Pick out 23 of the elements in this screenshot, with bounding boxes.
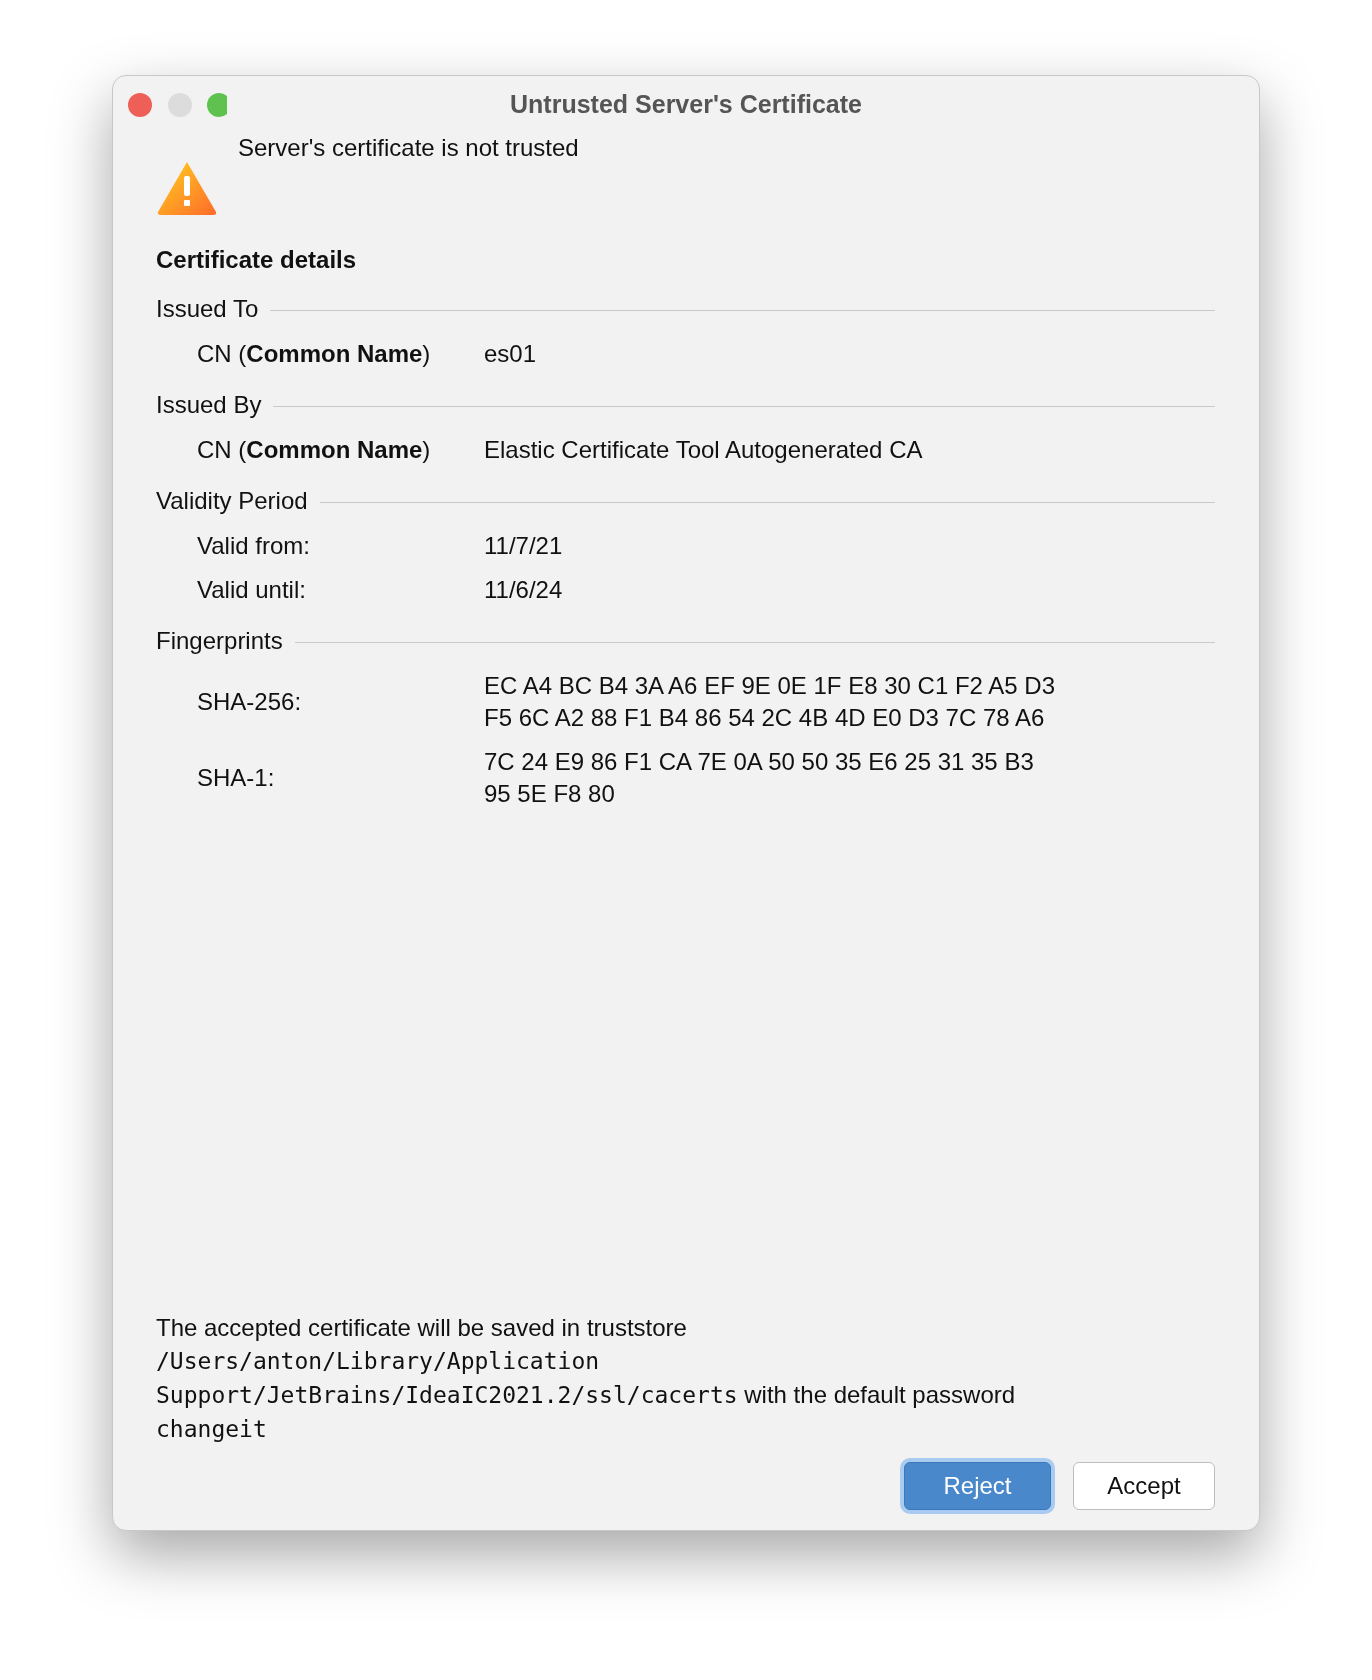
window-title: Untrusted Server's Certificate [510,89,862,119]
group-title: Issued By [156,391,262,419]
warning-icon [156,160,218,216]
field-value: 7C 24 E9 86 F1 CA 7E 0A 50 50 35 E6 25 31 35 B3 95 5E F8 80 [484,747,1035,809]
field-label: CN (Common Name) [197,340,432,368]
field-value: 11/7/21 [484,531,564,561]
field-value: es01 [484,339,538,369]
field-label: SHA-256: [197,688,303,716]
warning-message: Server's certificate is not trusted [238,134,579,163]
accept-button[interactable]: Accept [1073,1462,1215,1510]
field-value: EC A4 BC B4 3A A6 EF 9E 0E 1F E8 30 C1 F2 A5 D3 F5 6C A2 88 F1 B4 86 54 2C 4B 4D E0 D3 7C 78 A6 [484,671,1056,733]
field-value: Elastic Certificate Tool Autogenerated CA [484,435,924,465]
section-heading: Certificate details [156,246,358,274]
group-title: Issued To [156,295,259,323]
field-value: 11/6/24 [484,575,564,605]
group-title: Validity Period [156,487,308,515]
field-label: Valid until: [197,576,307,604]
field-label: CN (Common Name) [197,436,432,464]
window-controls-icon[interactable] [127,92,227,118]
truststore-note: The accepted certificate will be saved in truststore /Users/anton/Library/Application Support/JetBrains/IdeaIC2021.2/ssl/cacerts with the default password changeit [156,1313,1017,1444]
group-title: Fingerprints [156,627,283,655]
field-label: SHA-1: [197,764,276,792]
field-label: Valid from: [197,532,311,560]
